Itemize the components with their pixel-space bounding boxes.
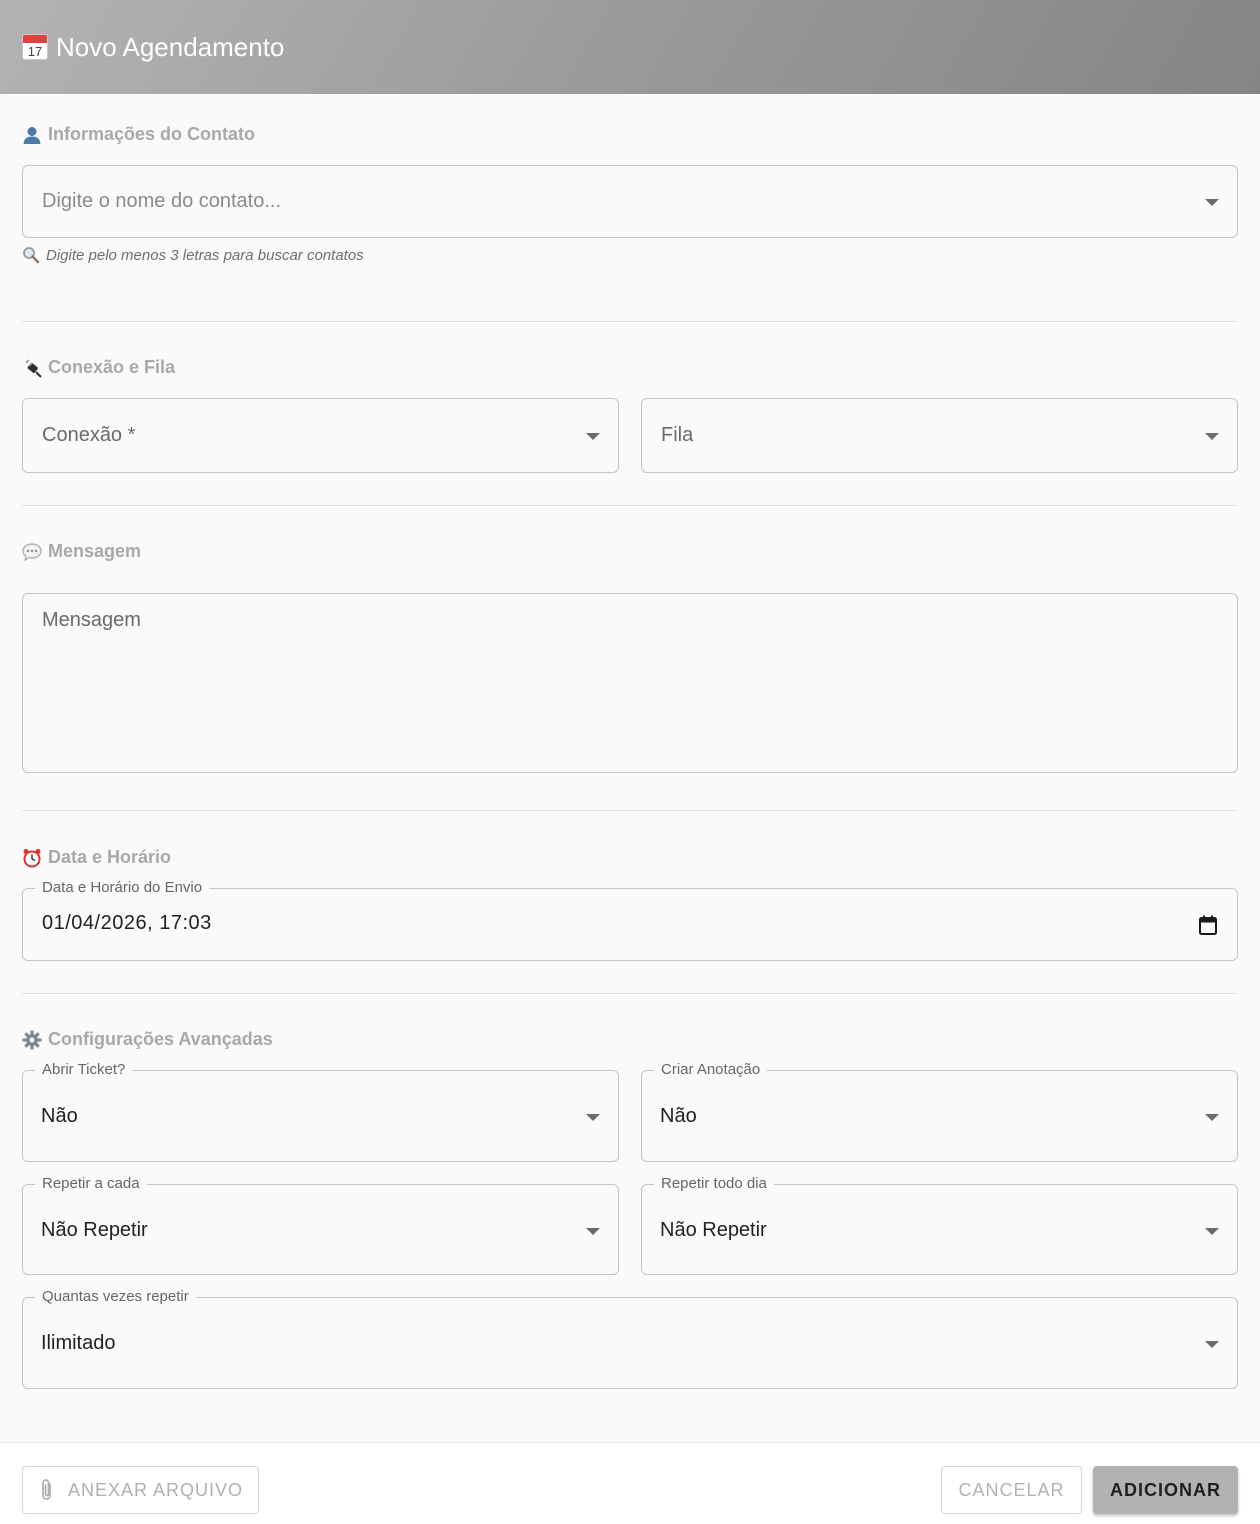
dialog-title: 17 Novo Agendamento (22, 32, 284, 63)
paperclip-icon (42, 1479, 51, 1500)
queue-select[interactable]: Fila (641, 398, 1238, 473)
section-title-advanced: Configurações Avançadas (22, 1029, 273, 1050)
dialog-footer: ANEXAR ARQUIVO CANCELAR ADICIONAR (0, 1442, 1260, 1524)
contact-search-input[interactable]: Digite o nome do contato... (22, 165, 1238, 238)
create-note-select[interactable]: Criar Anotação Não (641, 1061, 1238, 1162)
section-title-connection: Conexão e Fila (22, 357, 175, 378)
divider (22, 505, 1238, 506)
chevron-down-icon[interactable] (1205, 433, 1219, 440)
chevron-down-icon[interactable] (586, 1228, 600, 1235)
attach-file-button[interactable]: ANEXAR ARQUIVO (22, 1466, 259, 1514)
connection-select[interactable]: Conexão * (22, 398, 619, 473)
message-textarea[interactable]: Mensagem (22, 593, 1238, 773)
add-button[interactable]: ADICIONAR (1093, 1466, 1238, 1514)
dialog-header: 17 Novo Agendamento (0, 0, 1260, 94)
repeat-times-select[interactable]: Quantas vezes repetir Ilimitado (22, 1288, 1238, 1389)
chevron-down-icon[interactable] (1205, 1341, 1219, 1348)
section-title-contact: Informações do Contato (22, 124, 255, 145)
divider (22, 810, 1238, 811)
divider (22, 321, 1238, 322)
contact-search-hint: Digite pelo menos 3 letras para buscar c… (22, 246, 364, 264)
datetime-input[interactable]: Data e Horário do Envio 01/04/2026, 17:0… (22, 879, 1238, 961)
section-title-datetime: Data e Horário (22, 847, 171, 868)
open-ticket-select[interactable]: Abrir Ticket? Não (22, 1061, 619, 1162)
cancel-button[interactable]: CANCELAR (941, 1466, 1082, 1514)
repeat-daily-select[interactable]: Repetir todo dia Não Repetir (641, 1175, 1238, 1275)
dialog-title-text: Novo Agendamento (56, 31, 285, 62)
plug-icon (25, 358, 42, 378)
chevron-down-icon[interactable] (586, 433, 600, 440)
magnifier-icon (23, 247, 40, 264)
repeat-every-select[interactable]: Repetir a cada Não Repetir (22, 1175, 619, 1275)
alarm-clock-icon (23, 848, 41, 867)
chevron-down-icon[interactable] (1205, 199, 1219, 206)
user-icon (23, 126, 41, 144)
speech-bubble-icon (22, 542, 42, 561)
calendar-icon: 17 (22, 34, 48, 60)
chevron-down-icon[interactable] (1205, 1114, 1219, 1121)
section-title-message: Mensagem (22, 541, 141, 562)
chevron-down-icon[interactable] (586, 1114, 600, 1121)
calendar-picker-icon[interactable] (1199, 915, 1217, 935)
gear-icon (22, 1030, 42, 1049)
chevron-down-icon[interactable] (1205, 1228, 1219, 1235)
divider (22, 993, 1238, 994)
